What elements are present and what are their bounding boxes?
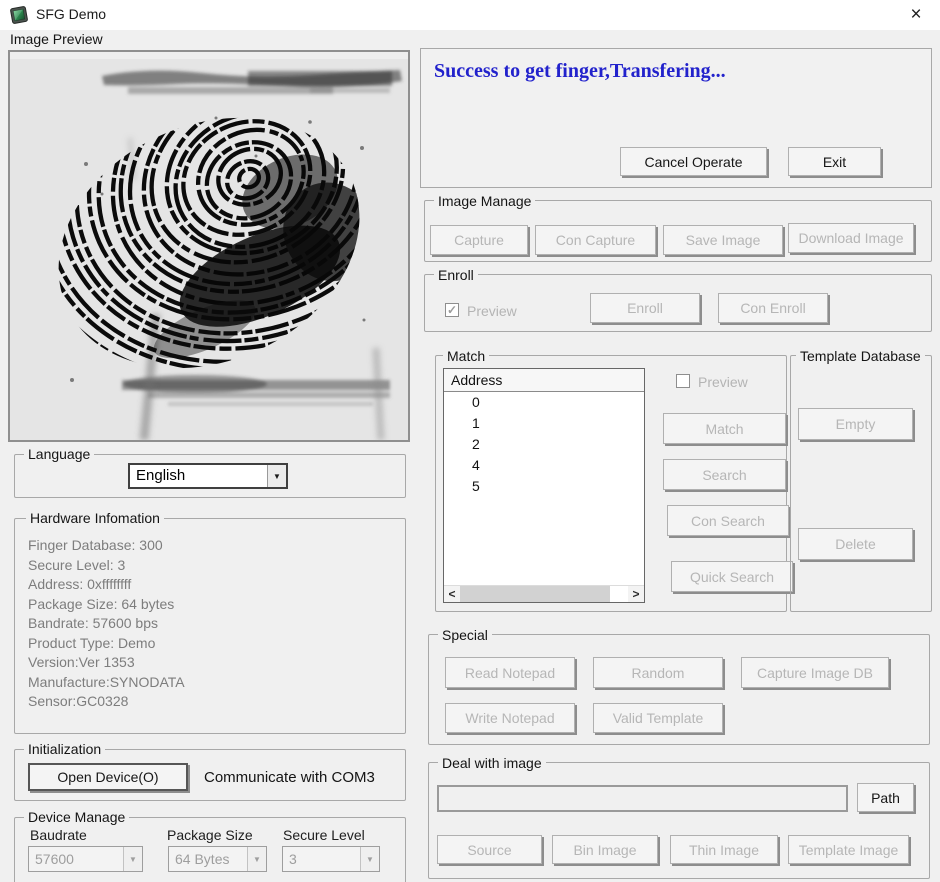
chevron-down-icon[interactable]: ▼ [267, 465, 286, 487]
hardware-info-lines: Finger Database: 300 Secure Level: 3 Add… [28, 536, 185, 712]
scrollbar-track[interactable] [610, 586, 628, 602]
chevron-down-icon[interactable]: ▼ [247, 847, 266, 871]
secure-level-label: Secure Level [283, 827, 365, 843]
hw-line-secure-level: Secure Level: 3 [28, 556, 185, 576]
language-select[interactable]: English ▼ [128, 463, 288, 489]
valid-template-button[interactable]: Valid Template [593, 703, 723, 733]
chevron-down-icon[interactable]: ▼ [360, 847, 379, 871]
horizontal-scrollbar[interactable]: < > [444, 585, 644, 602]
capture-button[interactable]: Capture [430, 225, 528, 255]
capture-image-db-button[interactable]: Capture Image DB [741, 657, 889, 688]
language-selected-value: English [130, 465, 267, 487]
address-list-header: Address [444, 369, 644, 392]
initialization-group-label: Initialization [24, 741, 105, 757]
image-manage-group-label: Image Manage [434, 193, 535, 209]
hw-line-sensor: Sensor:GC0328 [28, 692, 185, 712]
package-size-value: 64 Bytes [169, 847, 247, 871]
match-preview-label: Preview [698, 374, 748, 390]
language-group-label: Language [24, 446, 94, 462]
download-image-button[interactable]: Download Image [788, 223, 914, 253]
hw-line-address: Address: 0xffffffff [28, 575, 185, 595]
chevron-down-icon[interactable]: ▼ [123, 847, 142, 871]
hw-line-manufacture: Manufacture:SYNODATA [28, 673, 185, 693]
read-notepad-button[interactable]: Read Notepad [445, 657, 575, 688]
delete-button[interactable]: Delete [798, 528, 913, 560]
template-image-button[interactable]: Template Image [788, 835, 909, 864]
special-group-label: Special [438, 627, 492, 643]
scrollbar-thumb[interactable] [460, 586, 610, 602]
scroll-left-icon[interactable]: < [444, 586, 460, 602]
address-list-item[interactable]: 1 [444, 413, 644, 434]
open-device-button[interactable]: Open Device(O) [28, 763, 188, 791]
hardware-info-group-label: Hardware Infomation [26, 510, 164, 526]
address-list-item[interactable]: 5 [444, 476, 644, 497]
source-button[interactable]: Source [437, 835, 542, 864]
image-preview-label: Image Preview [10, 31, 103, 47]
thin-image-button[interactable]: Thin Image [670, 835, 778, 864]
image-path-input[interactable] [437, 785, 848, 812]
match-button[interactable]: Match [663, 413, 786, 444]
app-chip-icon [8, 4, 30, 26]
scroll-right-icon[interactable]: > [628, 586, 644, 602]
device-manage-group-label: Device Manage [24, 809, 129, 825]
hw-line-finger-database: Finger Database: 300 [28, 536, 185, 556]
match-group-label: Match [443, 348, 489, 364]
communicate-status-text: Communicate with COM3 [204, 769, 375, 786]
con-enroll-button[interactable]: Con Enroll [718, 293, 828, 323]
fingerprint-image [10, 52, 408, 440]
con-search-button[interactable]: Con Search [667, 505, 789, 536]
baudrate-value: 57600 [29, 847, 123, 871]
exit-button[interactable]: Exit [788, 147, 881, 176]
save-image-button[interactable]: Save Image [663, 225, 783, 255]
con-capture-button[interactable]: Con Capture [535, 225, 656, 255]
address-list-item[interactable]: 4 [444, 455, 644, 476]
secure-level-select[interactable]: 3 ▼ [282, 846, 380, 872]
enroll-preview-label: Preview [467, 303, 517, 319]
empty-button[interactable]: Empty [798, 408, 913, 440]
match-preview-checkbox[interactable] [676, 374, 690, 388]
cancel-operate-button[interactable]: Cancel Operate [620, 147, 767, 176]
baudrate-select[interactable]: 57600 ▼ [28, 846, 143, 872]
enroll-group-label: Enroll [434, 267, 478, 283]
path-button[interactable]: Path [857, 783, 914, 812]
hw-line-product-type: Product Type: Demo [28, 634, 185, 654]
address-listbox[interactable]: Address 0 1 2 4 5 < > [443, 368, 645, 603]
app-window: SFG Demo × Image Preview [0, 0, 940, 882]
window-title: SFG Demo [36, 6, 106, 22]
check-icon: ✓ [447, 303, 457, 317]
template-database-group-label: Template Database [796, 348, 925, 364]
enroll-button[interactable]: Enroll [590, 293, 700, 323]
deal-with-image-group-label: Deal with image [438, 755, 546, 771]
package-size-select[interactable]: 64 Bytes ▼ [168, 846, 267, 872]
fingerprint-preview-panel [8, 50, 410, 442]
status-message: Success to get finger,Transfering... [434, 60, 726, 83]
baudrate-label: Baudrate [30, 827, 87, 843]
enroll-preview-checkbox[interactable]: ✓ [445, 303, 459, 317]
title-bar: SFG Demo × [0, 0, 940, 30]
close-icon[interactable]: × [904, 3, 928, 27]
address-list-item[interactable]: 0 [444, 392, 644, 413]
address-list-item[interactable]: 2 [444, 434, 644, 455]
write-notepad-button[interactable]: Write Notepad [445, 703, 575, 733]
template-database-group [790, 355, 932, 612]
secure-level-value: 3 [283, 847, 360, 871]
hw-line-bandrate: Bandrate: 57600 bps [28, 614, 185, 634]
quick-search-button[interactable]: Quick Search [671, 561, 793, 592]
bin-image-button[interactable]: Bin Image [552, 835, 658, 864]
package-size-label: Package Size [167, 827, 253, 843]
random-button[interactable]: Random [593, 657, 723, 688]
hw-line-version: Version:Ver 1353 [28, 653, 185, 673]
search-button[interactable]: Search [663, 459, 786, 490]
hw-line-package-size: Package Size: 64 bytes [28, 595, 185, 615]
